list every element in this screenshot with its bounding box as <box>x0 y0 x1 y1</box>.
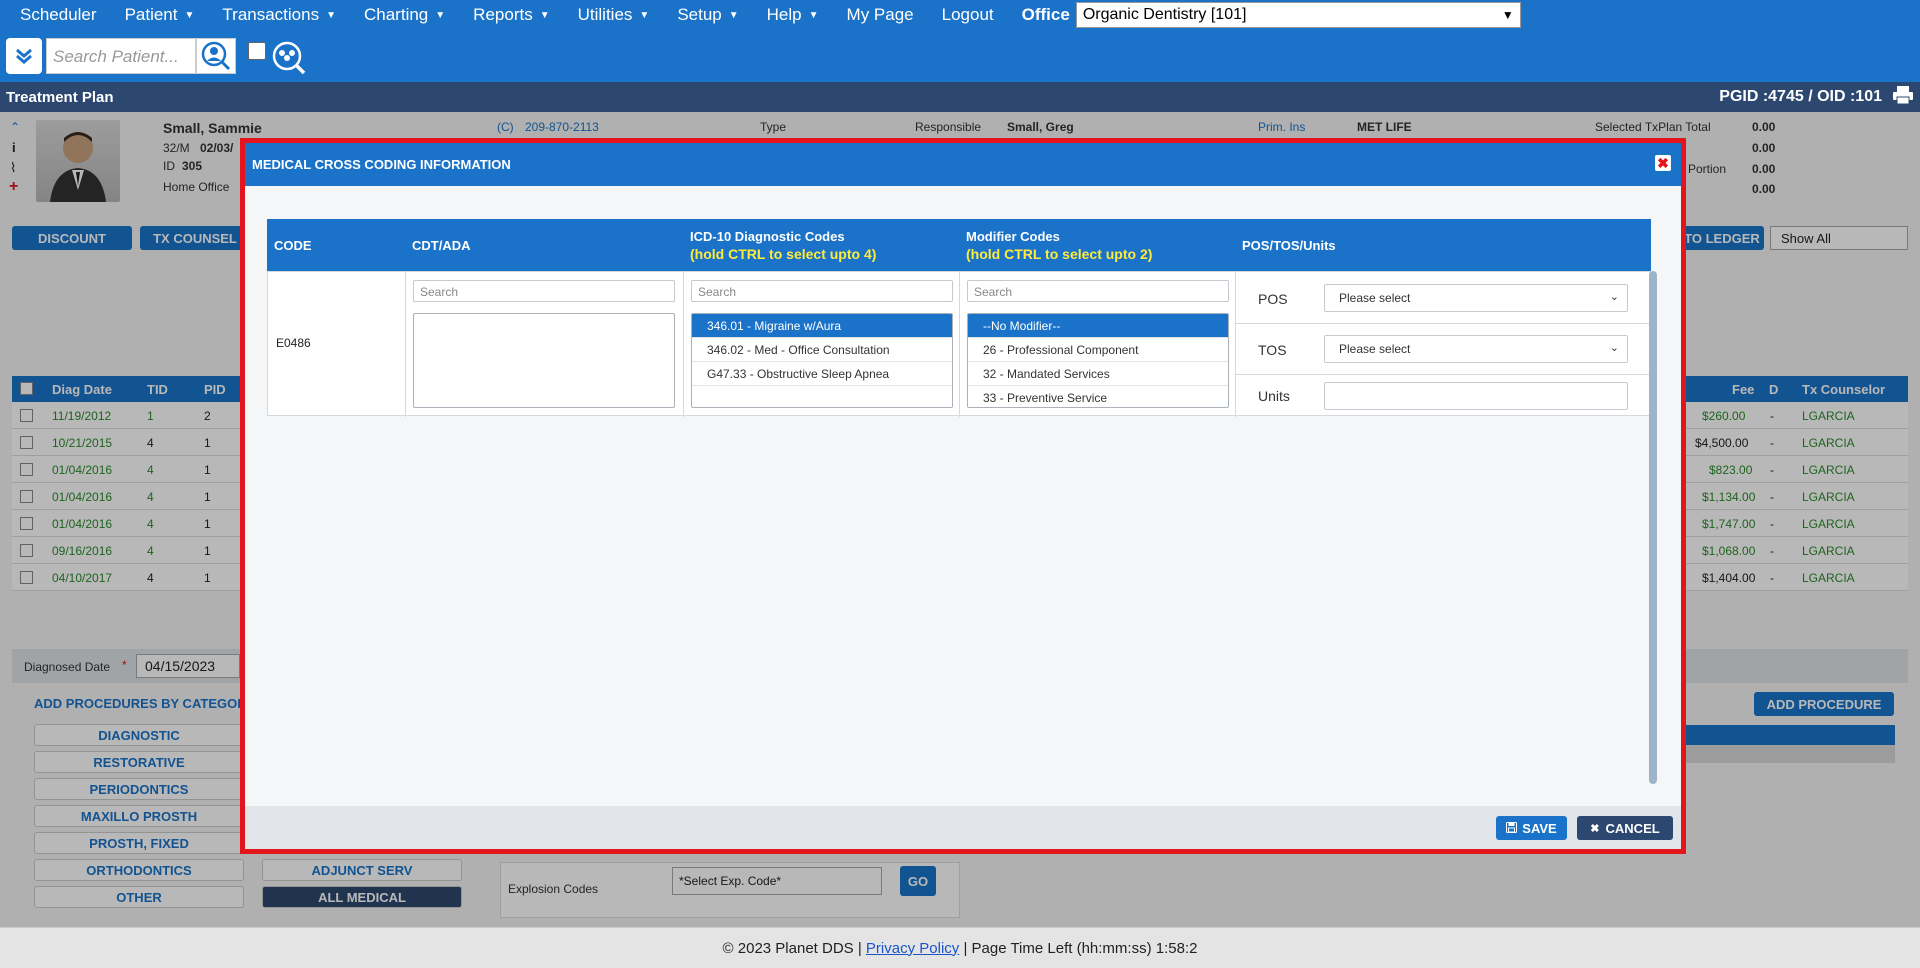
units-input[interactable] <box>1324 382 1628 410</box>
page-time-left: | Page Time Left (hh:mm:ss) 1:58:2 <box>963 939 1198 957</box>
top-nav: Scheduler Patient ▼ Transactions ▼ Chartin… <box>0 0 1920 30</box>
modifier-option[interactable]: 26 - Professional Component <box>968 338 1228 362</box>
modifier-option[interactable]: 33 - Preventive Service <box>968 386 1228 407</box>
header-icd: ICD-10 Diagnostic Codes (hold CTRL to se… <box>683 219 959 271</box>
modifier-list[interactable]: --No Modifier-- 26 - Professional Compon… <box>967 313 1229 408</box>
office-label: Office <box>1021 5 1070 24</box>
office-select[interactable]: Organic Dentistry [101] ▼ <box>1075 2 1521 28</box>
search-checkbox[interactable] <box>248 42 266 60</box>
code-cell: E0486 <box>268 272 406 417</box>
header-cdt: CDT/ADA <box>412 237 471 253</box>
pos-label: POS <box>1258 291 1288 307</box>
coding-grid-header: CODE CDT/ADA ICD-10 Diagnostic Codes (ho… <box>267 219 1651 271</box>
modal-header: MEDICAL CROSS CODING INFORMATION ✖ <box>245 143 1681 186</box>
icd-option[interactable]: G47.33 - Obstructive Sleep Apnea <box>692 362 952 386</box>
coding-row: E0486 Search Search 346.01 - Migraine w/… <box>267 271 1651 417</box>
caret-down-icon: ▼ <box>539 9 550 21</box>
icd-hint: (hold CTRL to select upto 4) <box>690 245 877 262</box>
modifier-search-input[interactable]: Search <box>967 280 1229 302</box>
units-label: Units <box>1258 388 1290 404</box>
icd-option[interactable]: 346.01 - Migraine w/Aura <box>692 314 952 338</box>
tos-select[interactable]: Please select ⌄ <box>1324 335 1628 363</box>
header-code: CODE <box>274 237 312 253</box>
chevron-down-icon: ⌄ <box>1609 291 1619 303</box>
group-search-icon[interactable] <box>270 40 308 76</box>
caret-down-icon: ▼ <box>326 9 336 21</box>
modal-body: CODE CDT/ADA ICD-10 Diagnostic Codes (ho… <box>245 186 1681 811</box>
caret-down-icon: ▼ <box>728 9 739 21</box>
nav-reports[interactable]: Reports ▼ <box>459 0 563 30</box>
icd-list[interactable]: 346.01 - Migraine w/Aura 346.02 - Med - … <box>691 313 953 408</box>
save-button[interactable]: SAVE <box>1496 816 1567 840</box>
medical-cross-coding-modal: MEDICAL CROSS CODING INFORMATION ✖ CODE … <box>240 138 1686 854</box>
divider <box>1236 374 1650 375</box>
header-pos: POS/TOS/Units <box>1242 237 1336 253</box>
page-footer: © 2023 Planet DDS | Privacy Policy | Pag… <box>0 927 1920 968</box>
divider <box>1236 323 1650 324</box>
modal-footer: SAVE ✖ CANCEL <box>245 806 1681 849</box>
nav-logout[interactable]: Logout <box>928 0 1008 30</box>
icd-search-input[interactable]: Search <box>691 280 953 302</box>
copyright: © 2023 Planet DDS | <box>722 939 862 957</box>
double-chevron-down-icon[interactable] <box>6 38 42 74</box>
floppy-disk-icon <box>1506 821 1518 836</box>
nav-charting[interactable]: Charting ▼ <box>350 0 459 30</box>
chevron-down-icon: ⌄ <box>1609 342 1619 354</box>
nav-scheduler[interactable]: Scheduler <box>0 0 111 30</box>
cancel-button[interactable]: ✖ CANCEL <box>1577 816 1673 840</box>
page-title: Treatment Plan <box>6 88 114 106</box>
pos-select[interactable]: Please select ⌄ <box>1324 284 1628 312</box>
privacy-policy-link[interactable]: Privacy Policy <box>866 940 959 957</box>
nav-transactions[interactable]: Transactions ▼ <box>208 0 350 30</box>
person-search-icon[interactable] <box>196 38 236 74</box>
caret-down-icon: ▼ <box>435 9 446 21</box>
close-icon[interactable]: ✖ <box>1655 155 1671 171</box>
modifier-cell: Search --No Modifier-- 26 - Professional… <box>960 272 1236 417</box>
nav-my-page[interactable]: My Page <box>833 0 928 30</box>
title-bar: Treatment Plan PGID :4745 / OID :101 <box>0 82 1920 112</box>
nav-help[interactable]: Help ▼ <box>753 0 833 30</box>
tos-label: TOS <box>1258 342 1287 358</box>
modifier-option[interactable]: --No Modifier-- <box>968 314 1228 338</box>
icd-cell: Search 346.01 - Migraine w/Aura 346.02 -… <box>684 272 960 417</box>
caret-down-icon: ▼ <box>1501 8 1514 22</box>
modal-scrollbar[interactable] <box>1649 271 1657 784</box>
modal-title: MEDICAL CROSS CODING INFORMATION <box>252 157 511 172</box>
modifier-option[interactable]: 32 - Mandated Services <box>968 362 1228 386</box>
pgid-oid: PGID :4745 / OID :101 <box>1719 88 1882 105</box>
modal-scrollbar-thumb[interactable] <box>1649 271 1657 784</box>
cdt-search-input[interactable]: Search <box>413 280 675 302</box>
print-icon[interactable] <box>1892 85 1914 110</box>
cdt-list[interactable] <box>413 313 675 408</box>
caret-down-icon: ▼ <box>639 9 650 21</box>
nav-utilities[interactable]: Utilities ▼ <box>564 0 664 30</box>
nav-setup[interactable]: Setup ▼ <box>663 0 752 30</box>
search-patient-input[interactable]: Search Patient... <box>46 38 196 74</box>
caret-down-icon: ▼ <box>184 9 195 21</box>
procedure-code: E0486 <box>276 336 311 350</box>
pos-cell: POS Please select ⌄ TOS Please select ⌄ … <box>1236 272 1650 417</box>
header-modifier: Modifier Codes (hold CTRL to select upto… <box>959 219 1235 271</box>
modifier-hint: (hold CTRL to select upto 2) <box>966 245 1153 262</box>
caret-down-icon: ▼ <box>808 9 819 21</box>
close-x-icon: ✖ <box>1590 822 1600 835</box>
nav-patient[interactable]: Patient ▼ <box>111 0 209 30</box>
icd-option[interactable]: 346.02 - Med - Office Consultation <box>692 338 952 362</box>
cdt-cell: Search <box>406 272 684 417</box>
search-bar: Search Patient... <box>0 30 1920 82</box>
